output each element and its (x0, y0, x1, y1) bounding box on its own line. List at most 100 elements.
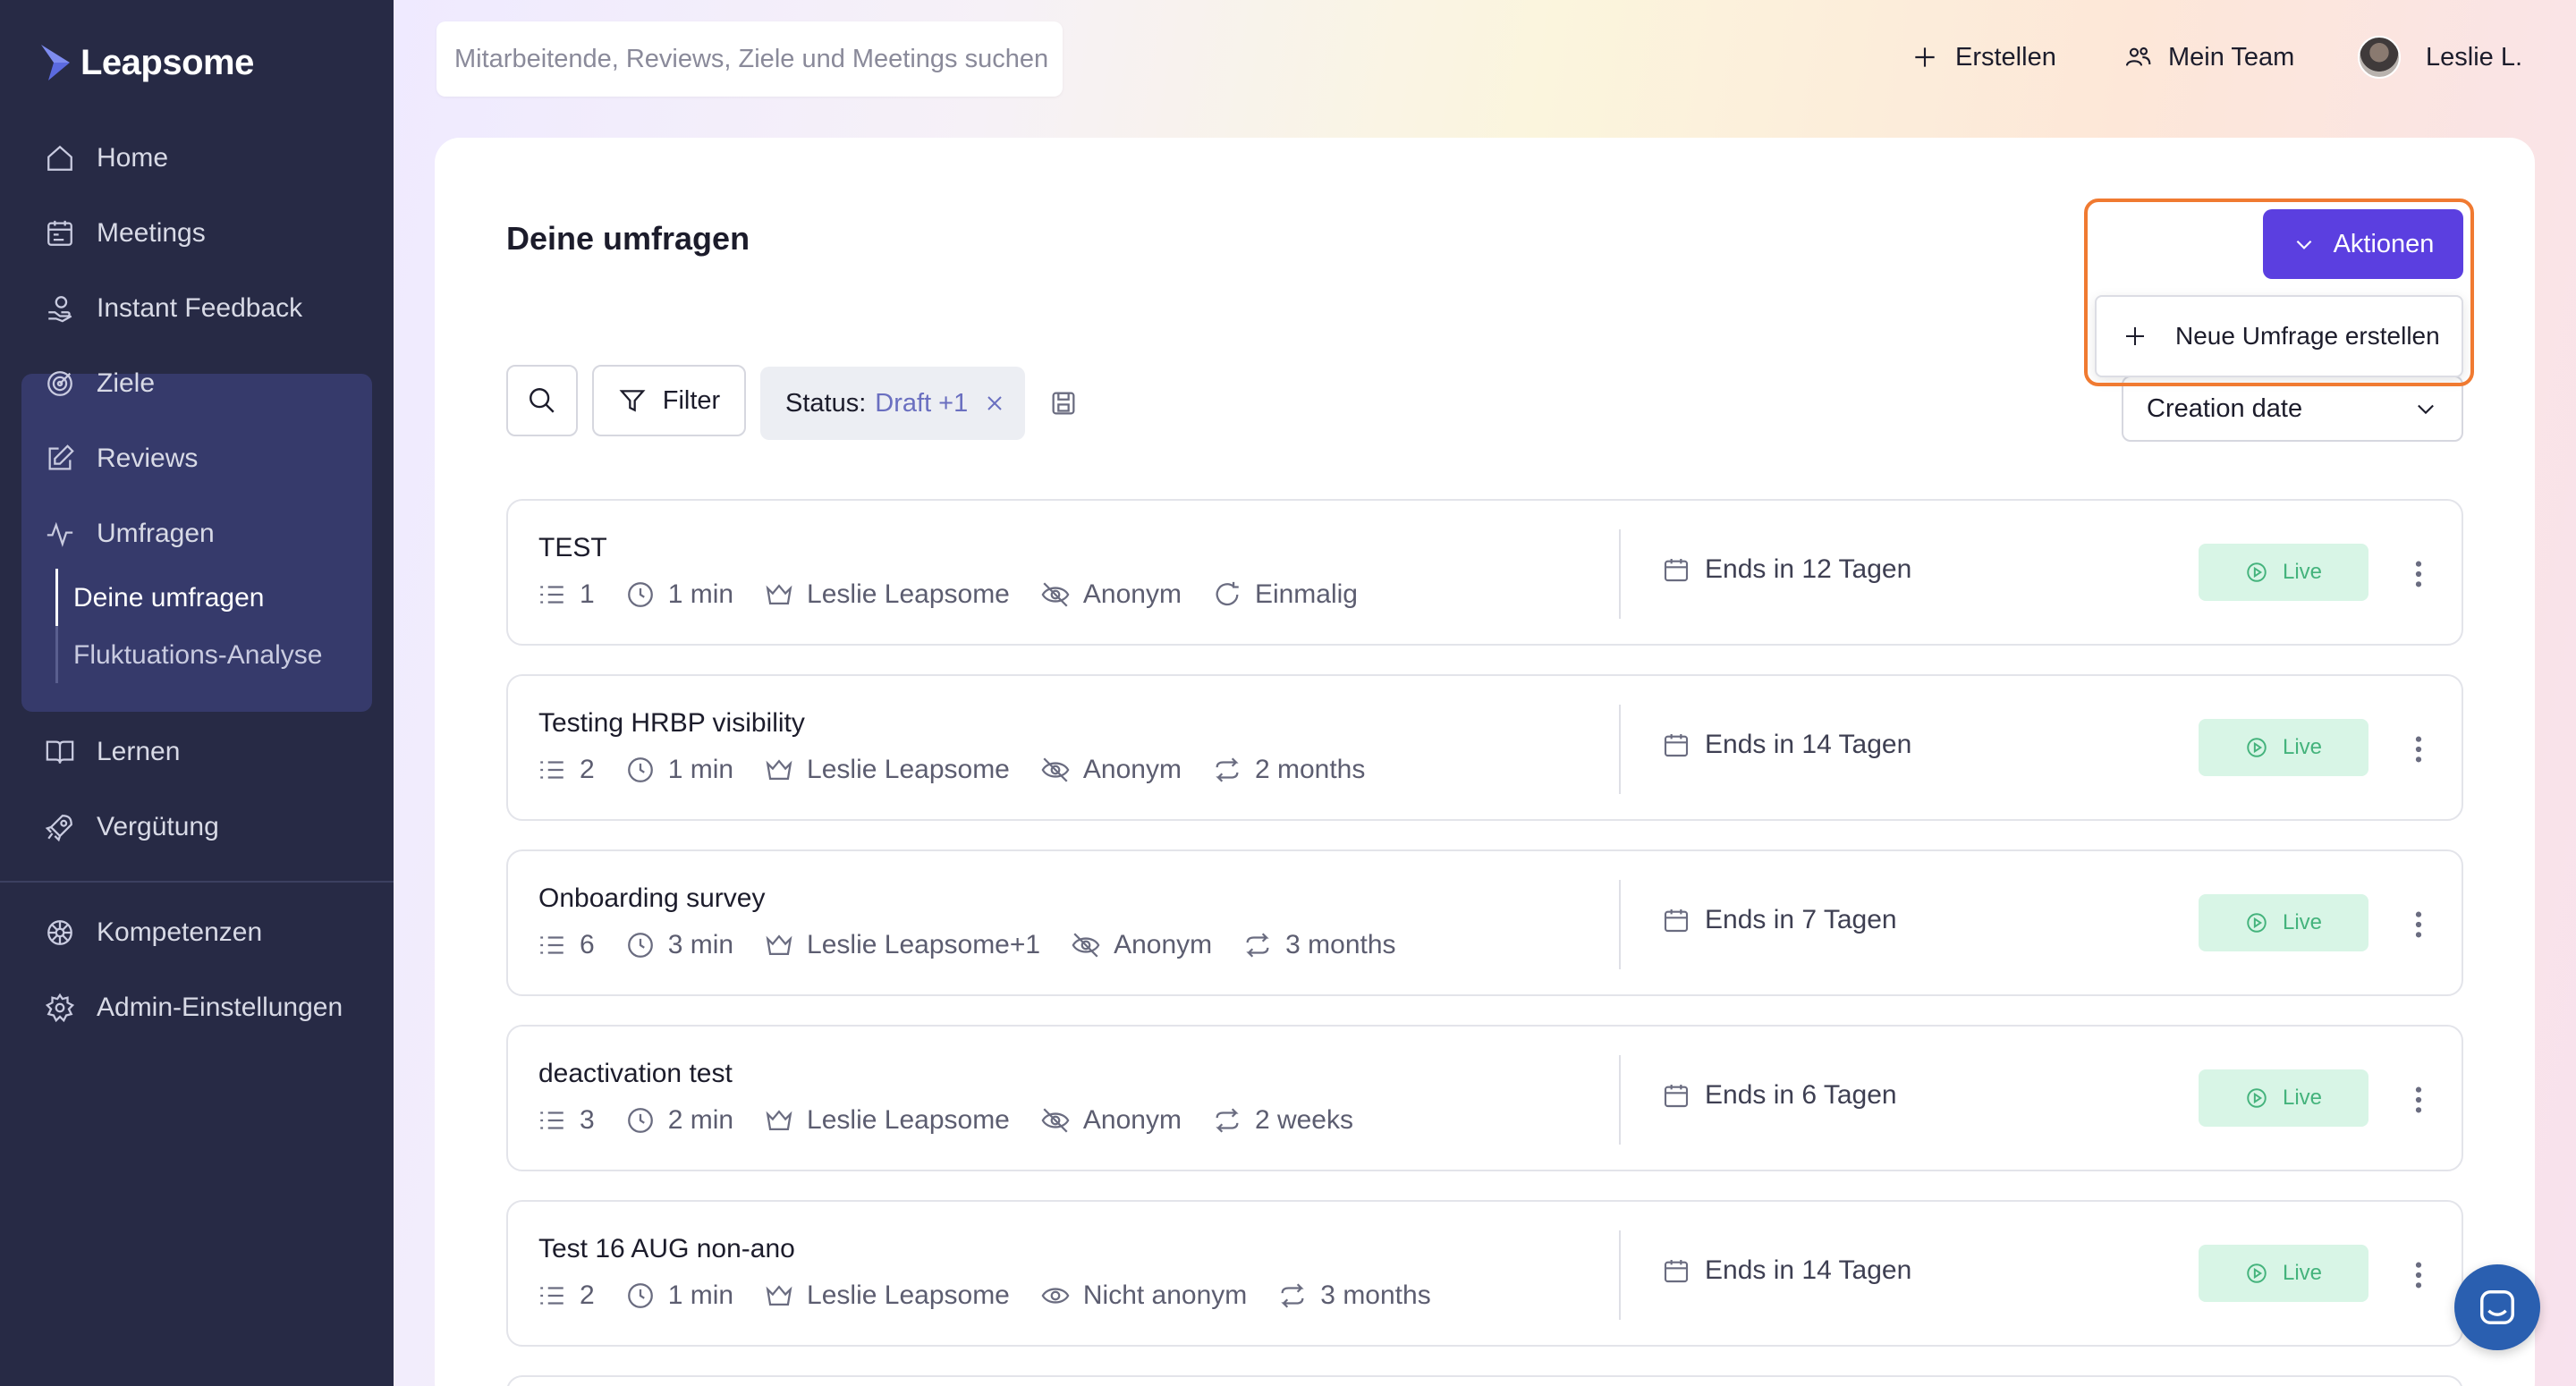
clock-icon (627, 757, 653, 782)
question-count: 6 (580, 930, 595, 959)
sidebar-item-home[interactable]: Home (21, 127, 372, 190)
survey-end-date: Ends in 14 Tagen (1662, 1255, 1911, 1286)
survey-title[interactable]: deactivation test (538, 1059, 733, 1089)
survey-row[interactable]: Test 16 AUG non-ano 2 1 min Leslie Leaps… (506, 1200, 2463, 1347)
crown-icon (766, 1285, 792, 1306)
eye-off-icon (1072, 933, 1100, 958)
eye-off-icon (1041, 1108, 1070, 1133)
recurrence: 2 weeks (1254, 1105, 1353, 1135)
sidebar-item-label: Umfragen (97, 519, 215, 548)
close-icon[interactable] (984, 393, 1005, 414)
leapsome-logo[interactable]: Leapsome (39, 36, 254, 89)
recurrence: Einmalig (1254, 579, 1358, 609)
new-survey-menu-item[interactable]: Neue Umfrage erstellen (2095, 295, 2463, 377)
question-count: 2 (580, 1280, 595, 1310)
row-divider (1619, 529, 1621, 619)
save-filter-button[interactable] (1048, 388, 1079, 418)
play-circle-icon (2247, 1263, 2267, 1283)
row-menu-button[interactable] (2401, 1080, 2436, 1120)
survey-row[interactable]: TEST 1 1 min Leslie Leapsome Anonym Einm… (506, 499, 2463, 646)
sidebar-item-lernen[interactable]: Lernen (21, 721, 372, 783)
my-team-label: Mein Team (2168, 42, 2295, 72)
play-circle-icon (2247, 562, 2267, 582)
edit-icon (48, 444, 74, 470)
clock-icon (627, 933, 653, 958)
row-menu-button[interactable] (2401, 1255, 2436, 1295)
sidebar-item-label: Instant Feedback (97, 293, 303, 323)
sub-nav-line (55, 626, 58, 683)
anonymity: Anonym (1082, 755, 1182, 784)
crown-icon (766, 584, 792, 605)
owner: Leslie Leapsome (807, 1105, 1010, 1135)
sidebar-item-meetings[interactable]: Meetings (21, 202, 372, 265)
eye-off-icon (1041, 582, 1070, 607)
duration: 2 min (667, 1105, 734, 1135)
global-search-input[interactable]: Mitarbeitende, Reviews, Ziele und Meetin… (436, 21, 1063, 97)
chevron-down-icon (2296, 240, 2311, 249)
search-button[interactable] (506, 365, 578, 436)
status-badge-label: Live (2282, 735, 2323, 759)
kebab-menu-icon (2415, 1262, 2422, 1289)
survey-row-partial[interactable] (506, 1375, 2463, 1386)
calendar-icon (1664, 559, 1689, 582)
ends-label: Ends in 12 Tagen (1705, 554, 1912, 584)
play-circle-icon (2247, 738, 2267, 757)
clock-icon (627, 1283, 653, 1308)
kebab-menu-icon (2415, 561, 2422, 587)
sidebar-subitem-fluktuations-analyse[interactable]: Fluktuations-Analyse (73, 640, 322, 671)
actions-label: Aktionen (2333, 229, 2435, 258)
home-icon (47, 145, 72, 171)
sidebar-item-admin-einstellungen[interactable]: Admin-Einstellungen (21, 976, 372, 1039)
row-menu-button[interactable] (2401, 905, 2436, 944)
eye-off-icon (1041, 757, 1070, 782)
filter-button[interactable]: Filter (592, 365, 746, 436)
survey-title[interactable]: Onboarding survey (538, 883, 765, 914)
sidebar-item-instant-feedback[interactable]: Instant Feedback (21, 277, 372, 340)
sidebar-item-ziele[interactable]: Ziele (21, 352, 372, 415)
kebab-menu-icon (2415, 736, 2422, 763)
user-menu[interactable]: Leslie L. (2358, 32, 2522, 82)
row-divider (1619, 705, 1621, 794)
my-team-button[interactable]: Mein Team (2123, 32, 2294, 82)
clock-icon (627, 582, 653, 607)
status-filter-chip[interactable]: Status: Draft +1 (760, 367, 1025, 440)
sidebar-subitem-deine-umfragen[interactable]: Deine umfragen (73, 583, 264, 613)
status-chip-label: Status: (785, 388, 867, 418)
ends-label: Ends in 7 Tagen (1705, 905, 1897, 934)
list-icon (540, 761, 564, 779)
survey-title[interactable]: TEST (538, 533, 607, 563)
anonymity: Anonym (1114, 930, 1213, 959)
create-button[interactable]: Erstellen (1911, 32, 2056, 82)
feedback-icon (48, 296, 72, 323)
row-menu-button[interactable] (2401, 554, 2436, 594)
survey-title[interactable]: Test 16 AUG non-ano (538, 1234, 795, 1264)
chat-button[interactable] (2454, 1264, 2540, 1350)
sidebar-item-verguetung[interactable]: Vergütung (21, 796, 372, 858)
calendar-icon (1664, 734, 1689, 757)
chat-icon (2480, 1290, 2514, 1324)
row-menu-button[interactable] (2401, 730, 2436, 769)
row-divider (1619, 880, 1621, 969)
new-survey-label: Neue Umfrage erstellen (2175, 322, 2440, 350)
status-badge: Live (2199, 719, 2368, 776)
target-icon (47, 371, 72, 396)
status-badge-label: Live (2282, 1261, 2323, 1285)
survey-row[interactable]: Testing HRBP visibility 2 1 min Leslie L… (506, 674, 2463, 821)
ends-label: Ends in 6 Tagen (1705, 1080, 1897, 1110)
duration: 1 min (667, 579, 734, 609)
sidebar-item-umfragen[interactable]: Umfragen (21, 503, 372, 565)
sort-select[interactable]: Creation date (2122, 376, 2463, 442)
list-icon (540, 1111, 564, 1129)
logo-text: Leapsome (80, 42, 254, 82)
survey-title[interactable]: Testing HRBP visibility (538, 708, 805, 739)
chevron-down-icon (2418, 404, 2434, 415)
sidebar-item-reviews[interactable]: Reviews (21, 427, 372, 490)
survey-row[interactable]: deactivation test 3 2 min Leslie Leapsom… (506, 1025, 2463, 1171)
actions-button[interactable]: Aktionen (2263, 209, 2463, 279)
survey-meta: 6 3 min Leslie Leapsome+1 Anonym 3 month… (537, 930, 1427, 960)
sidebar-item-kompetenzen[interactable]: Kompetenzen (21, 901, 372, 964)
filter-label: Filter (662, 385, 721, 415)
anonymity: Anonym (1082, 1105, 1182, 1135)
survey-row[interactable]: Onboarding survey 6 3 min Leslie Leapsom… (506, 849, 2463, 996)
anonymity: Nicht anonym (1082, 1280, 1248, 1310)
